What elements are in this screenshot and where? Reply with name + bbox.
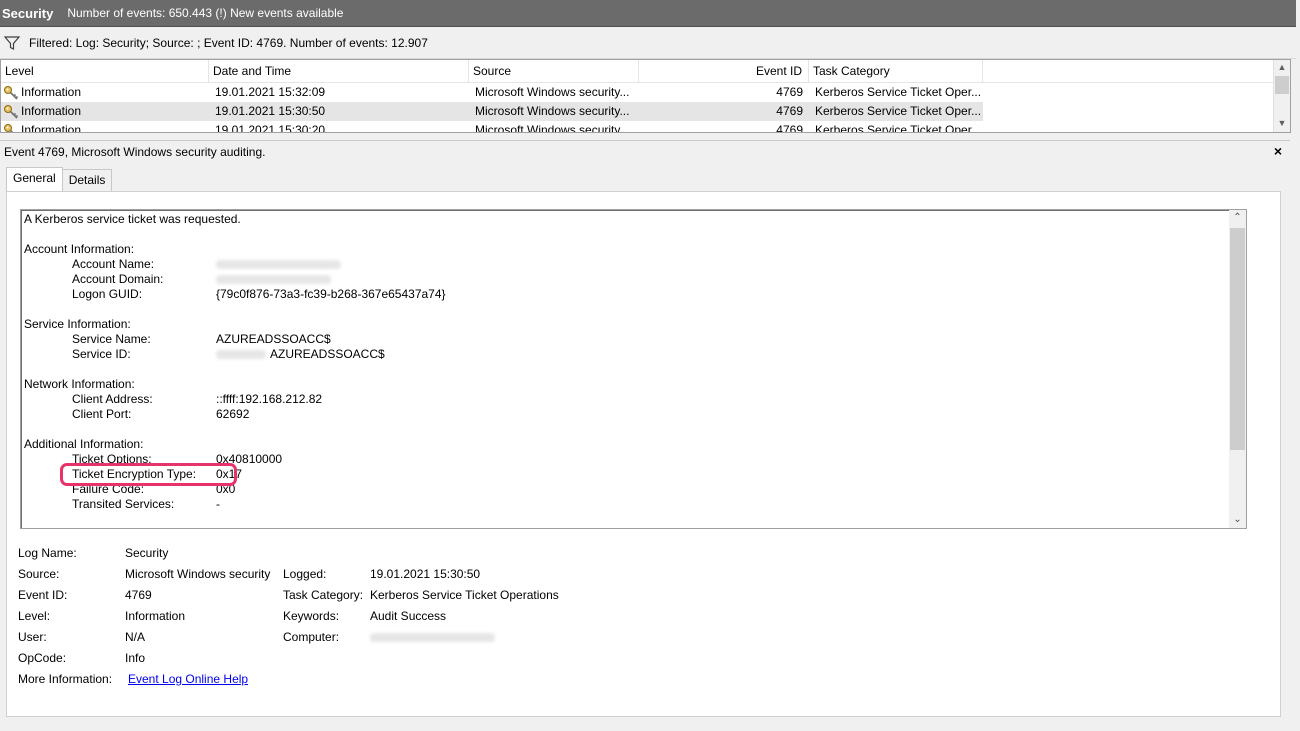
service-id-label: Service ID: [72,347,131,361]
log-name-value: Security [125,546,169,560]
description-scrollbar[interactable]: ⌃ ⌄ [1229,210,1246,528]
close-icon[interactable]: × [1274,143,1282,159]
event-list-scrollbar[interactable]: ▲ ▼ [1273,60,1290,132]
tab-details[interactable]: Details [61,169,113,191]
logged-label: Logged: [283,567,327,581]
client-address-value: ::ffff:192.168.212.82 [216,392,323,406]
task-category-value: Kerberos Service Ticket Operations [370,588,559,602]
key-icon [4,123,16,132]
computer-value-redacted [370,627,495,648]
service-name-value: AZUREADSSOACC$ [216,332,331,346]
source-value: Microsoft Windows security [125,567,271,581]
section-additional-info: Additional Information: [24,437,144,451]
service-name-label: Service Name: [72,332,151,346]
row-event-id: 4769 [776,85,803,99]
computer-label: Computer: [283,630,340,644]
general-panel: A Kerberos service ticket was requested.… [6,191,1281,717]
row-source: Microsoft Windows security... [475,85,630,99]
table-row-selected[interactable]: Information 19.01.2021 15:30:50 Microsof… [1,102,983,121]
row-source: Microsoft Windows security... [475,104,630,118]
event-id-value: 4769 [125,588,152,602]
account-domain-label: Account Domain: [72,272,164,286]
section-service-info: Service Information: [24,317,131,331]
task-category-label: Task Category: [283,588,364,602]
account-name-label: Account Name: [72,257,155,271]
column-source[interactable]: Source [469,60,639,82]
row-task-category: Kerberos Service Ticket Oper... [815,104,982,118]
row-event-id: 4769 [776,104,803,118]
event-list-header: Level Date and Time Source Event ID Task… [1,60,1273,83]
client-address-label: Client Address: [72,392,153,406]
row-date: 19.01.2021 15:30:20 [215,123,326,133]
column-date-time[interactable]: Date and Time [209,60,469,82]
user-value: N/A [125,630,146,644]
key-icon [4,85,19,100]
log-title: Security [2,5,54,21]
table-row[interactable]: Information 19.01.2021 15:30:20 Microsof… [1,121,983,133]
account-domain-redacted [216,272,331,287]
filter-icon[interactable] [4,35,20,51]
chevron-up-icon[interactable]: ⌃ [1229,210,1246,226]
opcode-value: Info [125,651,146,665]
column-level[interactable]: Level [1,60,209,82]
chevron-down-icon[interactable]: ⌄ [1229,512,1246,528]
encryption-type-highlight [60,463,237,486]
level-value: Information [125,609,186,623]
keywords-value: Audit Success [370,609,447,623]
section-account-info: Account Information: [24,242,135,256]
row-source: Microsoft Windows security... [475,123,630,133]
row-task-category: Kerberos Service Ticket Oper... [815,85,982,99]
client-port-label: Client Port: [72,407,132,421]
service-id-text: AZUREADSSOACC$ [270,347,385,361]
transited-services-value: - [216,497,220,511]
logon-guid-label: Logon GUID: [72,287,143,301]
scroll-up-icon[interactable]: ▲ [1274,60,1290,74]
keywords-label: Keywords: [283,609,340,623]
client-port-value: 62692 [216,407,250,421]
column-task-category[interactable]: Task Category [809,60,983,82]
scroll-thumb[interactable] [1275,76,1289,94]
more-info-label: More Information: [18,672,113,686]
key-icon [4,104,19,119]
scroll-down-icon[interactable]: ▼ [1274,116,1290,130]
logged-value: 19.01.2021 15:30:50 [370,567,481,581]
row-level: Information [21,123,82,133]
row-level: Information [21,104,82,118]
table-row[interactable]: Information 19.01.2021 15:32:09 Microsof… [1,83,983,102]
level-label: Level: [18,609,51,623]
log-name-label: Log Name: [18,546,77,560]
event-count-info: Number of events: 650.443 (!) New events… [67,6,344,20]
event-detail-header: Event 4769, Microsoft Windows security a… [0,140,1290,163]
filter-text: Filtered: Log: Security; Source: ; Event… [29,35,428,50]
transited-services-label: Transited Services: [72,497,175,511]
opcode-label: OpCode: [18,651,67,665]
row-event-id: 4769 [776,123,803,133]
column-spacer [983,60,1273,82]
event-detail-title: Event 4769, Microsoft Windows security a… [4,145,266,159]
event-list[interactable]: Level Date and Time Source Event ID Task… [0,59,1291,133]
logon-guid-value: {79c0f876-73a3-fc39-b268-367e65437a74} [216,287,446,301]
event-id-label: Event ID: [18,588,68,602]
scroll-thumb[interactable] [1230,228,1245,450]
filter-bar: Filtered: Log: Security; Source: ; Event… [0,27,1296,59]
row-task-category: Kerberos Service Ticket Oper... [815,123,982,133]
row-date: 19.01.2021 15:30:50 [215,104,326,118]
column-event-id[interactable]: Event ID [639,60,809,82]
event-log-help-link[interactable]: Event Log Online Help [128,669,248,690]
account-name-redacted [216,257,341,272]
description-intro: A Kerberos service ticket was requested. [24,212,241,226]
user-label: User: [18,630,47,644]
detail-tabs: General Details [6,167,113,191]
row-level: Information [21,85,82,99]
source-label: Source: [18,567,60,581]
service-id-value: AZUREADSSOACC$ [216,347,385,362]
section-network-info: Network Information: [24,377,135,391]
title-bar: Security Number of events: 650.443 (!) N… [0,0,1296,27]
tab-general[interactable]: General [6,167,63,191]
row-date: 19.01.2021 15:32:09 [215,85,326,99]
